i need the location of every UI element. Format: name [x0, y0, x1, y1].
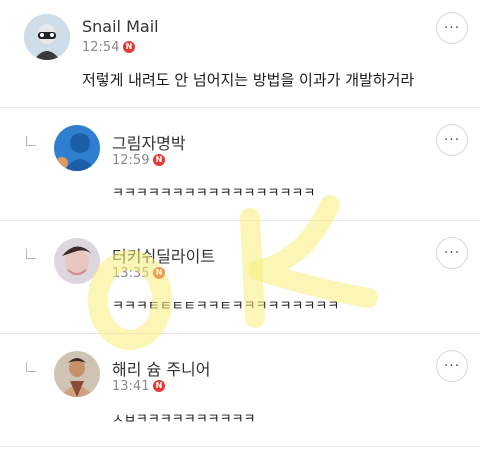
avatar[interactable] — [54, 351, 100, 397]
divider — [0, 446, 480, 447]
comment-reply: 그림자명박 12:59 N ㅋㅋㅋㅋㅋㅋㅋㅋㅋㅋㅋㅋㅋㅋㅋㅋㅋ ··· — [0, 108, 480, 220]
timestamp: 13:35 — [112, 266, 150, 281]
more-dots-icon: ··· — [443, 20, 461, 36]
more-dots-icon: ··· — [443, 132, 461, 148]
more-dots-icon: ··· — [443, 245, 461, 261]
avatar[interactable] — [24, 14, 70, 60]
timestamp: 12:54 — [82, 40, 120, 55]
more-options-button[interactable]: ··· — [436, 350, 468, 382]
author-name[interactable]: Snail Mail — [82, 17, 159, 36]
comment-reply: 해리 슘 주니어 13:41 N ㅅㅂㅋㅋㅋㅋㅋㅋㅋㅋㅋㅋ ··· — [0, 334, 480, 452]
author-name[interactable]: 터키쉬딜라이트 — [112, 243, 215, 267]
more-dots-icon: ··· — [443, 358, 461, 374]
more-options-button[interactable]: ··· — [436, 12, 468, 44]
author-name[interactable]: 해리 슘 주니어 — [112, 356, 211, 380]
reply-arrow-icon — [26, 362, 36, 372]
timestamp: 13:41 — [112, 379, 150, 394]
comment-reply: 터키쉬딜라이트 13:35 N ㅋㅋㅋㅌㅌㅌㅌㅋㅋㅌㅋㅋㅋㅋㅋㅋㅋㅋㅋ ··· — [0, 221, 480, 333]
comment-text: ㅅㅂㅋㅋㅋㅋㅋㅋㅋㅋㅋㅋ — [112, 412, 256, 427]
comment-text: ㅋㅋㅋㅋㅋㅋㅋㅋㅋㅋㅋㅋㅋㅋㅋㅋㅋ — [112, 186, 316, 201]
comment-text: ㅋㅋㅋㅌㅌㅌㅌㅋㅋㅌㅋㅋㅋㅋㅋㅋㅋㅋㅋ — [112, 299, 340, 314]
timestamp: 12:59 — [112, 153, 150, 168]
comment-text: 저렇게 내려도 안 넘어지는 방법을 이과가 개발하거라 — [82, 71, 415, 89]
new-badge-icon: N — [153, 154, 165, 166]
new-badge-icon: N — [123, 41, 135, 53]
avatar[interactable] — [54, 238, 100, 284]
reply-arrow-icon — [26, 136, 36, 146]
more-options-button[interactable]: ··· — [436, 124, 468, 156]
avatar[interactable] — [54, 125, 100, 171]
comment-item: Snail Mail 12:54 N 저렇게 내려도 안 넘어지는 방법을 이과… — [0, 0, 480, 108]
new-badge-icon: N — [153, 267, 165, 279]
more-options-button[interactable]: ··· — [436, 237, 468, 269]
reply-arrow-icon — [26, 249, 36, 259]
new-badge-icon: N — [153, 380, 165, 392]
author-name[interactable]: 그림자명박 — [112, 130, 186, 154]
